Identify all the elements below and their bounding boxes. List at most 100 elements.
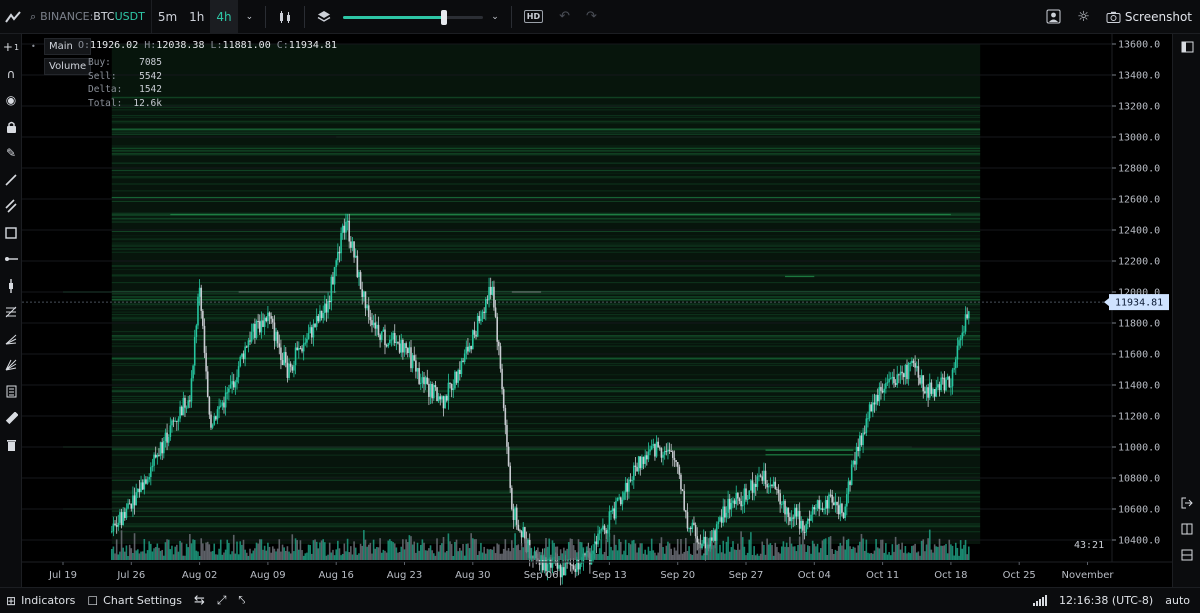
candle-body — [906, 364, 908, 380]
candle-body — [689, 527, 692, 530]
scale-mode-button[interactable]: auto — [1159, 588, 1200, 613]
volume-bar — [457, 551, 459, 560]
volume-bar — [795, 551, 798, 560]
eye-icon[interactable]: ◉ — [0, 87, 22, 114]
hd-toggle-button[interactable]: HD — [516, 0, 551, 34]
candles-chart-type-icon[interactable] — [270, 0, 300, 34]
trash-icon[interactable] — [0, 432, 22, 459]
price-range-icon[interactable] — [0, 273, 22, 300]
volume-bar — [200, 538, 203, 560]
chart-settings-button[interactable]: ☐ Chart Settings — [81, 588, 188, 613]
rectangle-icon[interactable] — [0, 220, 22, 247]
volume-bar — [180, 542, 183, 560]
candle-body — [400, 339, 403, 353]
volume-bar — [232, 534, 235, 560]
candle-body — [338, 251, 341, 254]
candle-body — [880, 386, 882, 391]
horizontal-ray-icon[interactable] — [0, 246, 22, 273]
parallel-channel-icon[interactable] — [0, 193, 22, 220]
volume-pane-button[interactable]: Volume — [44, 58, 92, 75]
fib-fan-icon[interactable] — [0, 326, 22, 353]
layers-icon[interactable] — [309, 0, 339, 34]
candle-body — [309, 327, 311, 334]
volume-bar — [473, 539, 476, 560]
collapse-icon[interactable]: ⤣ — [233, 588, 252, 613]
candle-body — [915, 366, 918, 368]
volume-bar — [154, 547, 157, 560]
volume-bar — [907, 552, 910, 560]
candle-body — [115, 525, 118, 527]
clock-display[interactable]: 12:16:38 (UTC-8) — [1053, 588, 1159, 613]
legend-collapse-dot-icon[interactable]: • — [31, 42, 36, 51]
chart-area[interactable]: 13600.0 13400.0 13200.0 13000.0 12800.0 12600… — [22, 34, 1172, 587]
timeframe-4h[interactable]: 4h — [210, 0, 238, 34]
undo-icon[interactable]: ↶ — [551, 0, 578, 34]
volume-bar — [854, 547, 856, 560]
volume-bar — [667, 541, 669, 560]
exit-icon[interactable] — [1173, 490, 1200, 516]
ruler-icon[interactable] — [0, 405, 22, 432]
volume-bar — [852, 546, 855, 560]
screenshot-button[interactable]: Screenshot — [1098, 0, 1200, 34]
candle-body — [863, 432, 866, 434]
candle-body — [294, 347, 297, 366]
volume-bar — [590, 551, 593, 560]
timeframe-1h[interactable]: 1h — [183, 0, 210, 34]
search-icon: ⌕ — [30, 9, 37, 23]
gann-fan-icon[interactable] — [0, 352, 22, 379]
panel-toggle-icon[interactable] — [1173, 34, 1200, 60]
volume-bar — [470, 533, 472, 560]
volume-bar — [639, 543, 642, 560]
timeframe-5m[interactable]: 5m — [152, 0, 183, 34]
candle-body — [680, 474, 682, 490]
volume-bar — [722, 540, 725, 560]
time-tick-label: November — [1061, 570, 1114, 581]
crosshair-plus-icon[interactable]: +1 — [0, 34, 22, 61]
candle-body — [231, 381, 233, 385]
volume-bar — [806, 545, 809, 560]
volume-bar — [675, 550, 677, 560]
chart-canvas[interactable]: 13600.0 13400.0 13200.0 13000.0 12800.0 12600… — [22, 34, 1172, 587]
trend-line-icon[interactable] — [0, 167, 22, 194]
volume-bar — [499, 553, 502, 560]
candle-body — [576, 559, 578, 572]
pencil-icon[interactable]: ✎ — [0, 140, 22, 167]
redo-icon[interactable]: ↷ — [578, 0, 605, 34]
notes-icon[interactable] — [0, 379, 22, 406]
slider-dropdown-chevron-icon[interactable]: ⌄ — [483, 0, 507, 34]
candle-body — [616, 497, 619, 502]
indicators-button[interactable]: ⊞ Indicators — [0, 588, 81, 613]
account-icon[interactable] — [1038, 0, 1069, 34]
candle-body — [579, 563, 581, 570]
swap-arrows-icon[interactable]: ⇆ — [188, 588, 211, 613]
volume-bar — [706, 542, 708, 560]
candle-body — [657, 441, 659, 448]
magnet-icon[interactable]: ∩ — [0, 61, 22, 88]
volume-bar — [382, 549, 385, 560]
timeframe-dropdown-chevron-icon[interactable]: ⌄ — [238, 0, 262, 34]
fullscreen-icon[interactable]: ⤢ — [211, 588, 233, 613]
theme-sun-icon[interactable]: ☼ — [1069, 0, 1098, 34]
volume-bar — [158, 547, 160, 560]
slider-handle[interactable] — [441, 9, 447, 25]
candle-body — [883, 388, 886, 393]
heatmap-opacity-slider[interactable] — [343, 0, 484, 34]
lock-icon[interactable] — [0, 114, 22, 141]
candle-body — [898, 374, 900, 376]
candle-body — [476, 315, 479, 337]
candle-body — [364, 291, 367, 309]
candle-body — [551, 562, 554, 568]
volume-bar — [867, 552, 869, 560]
candle-body — [468, 345, 471, 352]
fib-retracement-icon[interactable] — [0, 299, 22, 326]
layout-icon[interactable] — [1173, 516, 1200, 542]
volume-bar — [123, 551, 126, 560]
symbol-search[interactable]: ⌕ BINANCE: BTC USDT — [26, 0, 152, 34]
candle-body — [901, 371, 903, 374]
settings-list-icon[interactable] — [1173, 542, 1200, 568]
candle-body — [442, 396, 445, 409]
volume-bar — [655, 555, 658, 560]
time-tick-label: Sep 06 — [524, 570, 559, 581]
app-logo-icon[interactable] — [0, 0, 26, 34]
volume-bar — [702, 553, 705, 560]
